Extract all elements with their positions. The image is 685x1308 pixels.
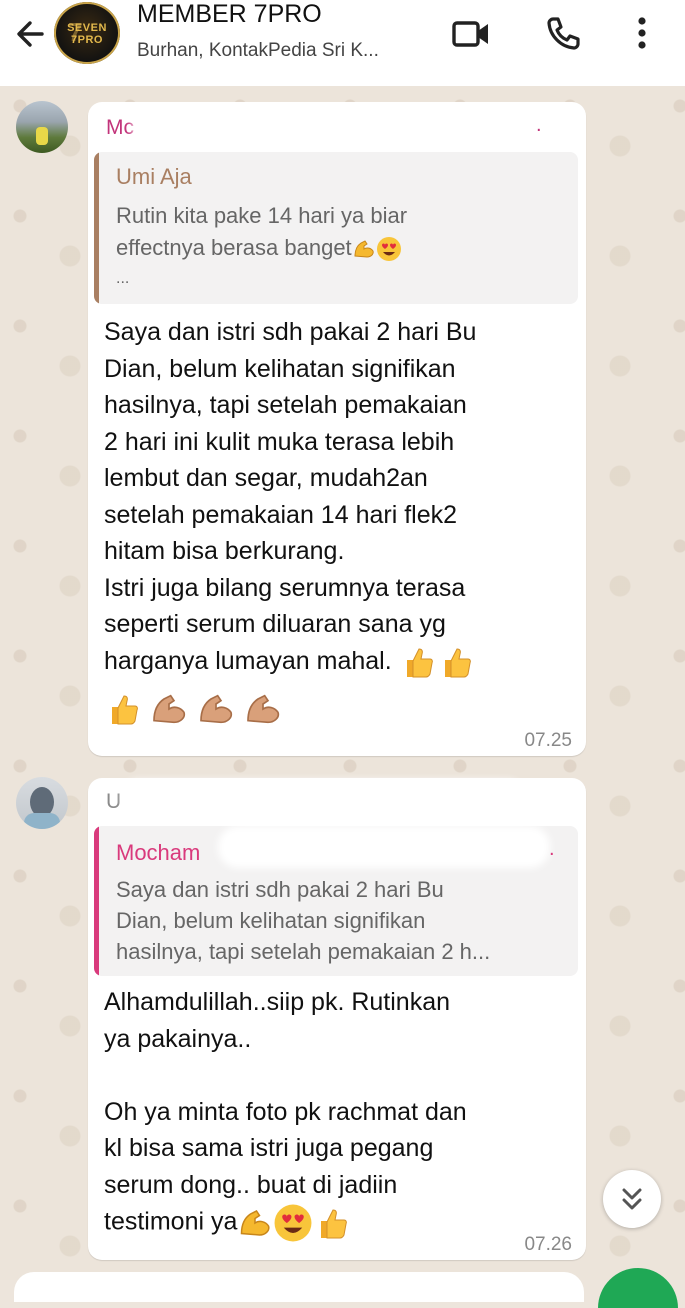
message-line: Istri juga bilang serumnya terasa bbox=[104, 573, 466, 602]
double-chevron-down-icon bbox=[622, 1188, 642, 1210]
quoted-text-line: Dian, belum kelihatan signifikan bbox=[116, 908, 426, 933]
chat-header: 7 SEVEN 7PRO MEMBER 7PRO Burhan, KontakP… bbox=[0, 0, 685, 87]
sender-name[interactable]: U bbox=[106, 790, 121, 814]
message-line: harganya lumayan mahal. bbox=[104, 643, 574, 681]
message-line: hitam bisa berkurang. bbox=[104, 537, 345, 565]
phone-icon bbox=[547, 17, 580, 50]
video-camera-icon bbox=[452, 21, 488, 47]
sender-avatar[interactable] bbox=[16, 101, 68, 153]
more-vertical-icon bbox=[638, 17, 646, 49]
message-input-bar[interactable] bbox=[14, 1272, 584, 1302]
quoted-sender-name: Mocham bbox=[116, 840, 201, 865]
message-text: Alhamdulillah..siip pk. Rutinkan ya paka… bbox=[104, 984, 574, 1243]
thumbs-up-icon bbox=[112, 695, 138, 725]
message-timestamp: 07.25 bbox=[524, 730, 572, 751]
back-button[interactable] bbox=[12, 14, 52, 54]
message-line: serum dong.. buat di jadiin bbox=[104, 1170, 398, 1199]
flexed-biceps-icon bbox=[200, 694, 233, 724]
message-line: Oh ya minta foto pk rachmat dan bbox=[104, 1097, 467, 1126]
message-line: 2 hari ini kulit muka terasa lebih bbox=[104, 427, 455, 456]
avatar-logo-text: SEVEN 7PRO bbox=[67, 22, 107, 46]
redaction-mark bbox=[138, 116, 518, 138]
group-avatar[interactable]: 7 SEVEN 7PRO bbox=[54, 2, 120, 64]
quoted-text: Saya dan istri sdh pakai 2 hari Bu Dian,… bbox=[116, 874, 566, 967]
redaction-mark bbox=[224, 832, 544, 862]
quote-accent-bar bbox=[94, 826, 99, 976]
sender-name[interactable]: Mc bbox=[106, 116, 134, 140]
message-line: Dian, belum kelihatan signifikan bbox=[104, 354, 456, 383]
flexed-biceps-icon bbox=[247, 694, 280, 724]
message-line-text: harganya lumayan mahal. bbox=[104, 646, 392, 675]
message-line: seperti serum diluaran sana yg bbox=[104, 610, 446, 638]
quoted-name-tail: . bbox=[549, 838, 555, 860]
redaction-mark bbox=[128, 786, 518, 808]
message-line: Alhamdulillah..siip pk. Rutinkan bbox=[104, 988, 451, 1016]
message-line: kl bisa sama istri juga pegang bbox=[104, 1134, 434, 1162]
quoted-text-line: Rutin kita pake 14 hari ya biar bbox=[116, 203, 408, 228]
message-text: Saya dan istri sdh pakai 2 hari Bu Dian,… bbox=[104, 314, 574, 729]
message-line-text: testimoni ya bbox=[104, 1207, 238, 1236]
message-bubble[interactable]: U Mocham . Saya dan istri sdh pakai 2 ha… bbox=[88, 778, 586, 1260]
flexed-biceps-icon bbox=[241, 1210, 270, 1236]
quoted-sender-name: Umi Aja bbox=[116, 164, 192, 189]
quoted-message[interactable]: Umi Aja Rutin kita pake 14 hari ya biar … bbox=[94, 152, 578, 304]
message-line: Saya dan istri sdh pakai 2 hari Bu bbox=[104, 318, 477, 346]
quoted-text-line: effectnya berasa banget bbox=[116, 232, 566, 264]
message-line: setelah pemakaian 14 hari flek2 bbox=[104, 500, 458, 529]
flexed-biceps-icon bbox=[153, 694, 186, 724]
quoted-message[interactable]: Mocham . Saya dan istri sdh pakai 2 hari… bbox=[94, 826, 578, 976]
heart-eyes-icon bbox=[376, 237, 401, 262]
quote-accent-bar bbox=[94, 152, 99, 304]
message-timestamp: 07.26 bbox=[524, 1234, 572, 1255]
thumbs-up-icon bbox=[321, 1209, 348, 1239]
more-options-button[interactable] bbox=[622, 12, 666, 56]
quoted-text: Rutin kita pake 14 hari ya biar effectny… bbox=[116, 200, 566, 264]
heart-eyes-icon bbox=[274, 1204, 312, 1242]
scroll-to-bottom-button[interactable] bbox=[603, 1170, 661, 1228]
flexed-biceps-icon bbox=[354, 240, 374, 258]
chat-participants[interactable]: Burhan, KontakPedia Sri K... bbox=[137, 40, 379, 62]
message-emoji-line bbox=[104, 689, 574, 729]
message-line: ya pakainya.. bbox=[104, 1024, 252, 1053]
chat-title[interactable]: MEMBER 7PRO bbox=[137, 0, 322, 29]
arrow-left-icon bbox=[17, 21, 44, 47]
message-bubble[interactable]: Mc . Umi Aja Rutin kita pake 14 hari ya … bbox=[88, 102, 586, 756]
video-call-button[interactable] bbox=[450, 12, 494, 56]
avatar-photo-shirt bbox=[24, 813, 60, 829]
message-line: hasilnya, tapi setelah pemakaian bbox=[104, 391, 467, 419]
sender-avatar[interactable] bbox=[16, 777, 68, 829]
message-line: testimoni ya bbox=[104, 1203, 574, 1243]
sender-name-tail: . bbox=[536, 114, 542, 136]
thumbs-up-icon bbox=[444, 648, 471, 678]
quoted-text-line: Saya dan istri sdh pakai 2 hari Bu bbox=[116, 877, 444, 902]
quoted-text-ellipsis: ... bbox=[116, 270, 130, 287]
avatar-photo-figure bbox=[36, 127, 48, 145]
voice-call-button[interactable] bbox=[541, 12, 585, 56]
quoted-text-fragment: effectnya berasa banget bbox=[116, 235, 352, 260]
message-line: lembut dan segar, mudah2an bbox=[104, 464, 428, 492]
quoted-text-line: hasilnya, tapi setelah pemakaian 2 h... bbox=[116, 939, 491, 964]
thumbs-up-icon bbox=[406, 648, 433, 678]
